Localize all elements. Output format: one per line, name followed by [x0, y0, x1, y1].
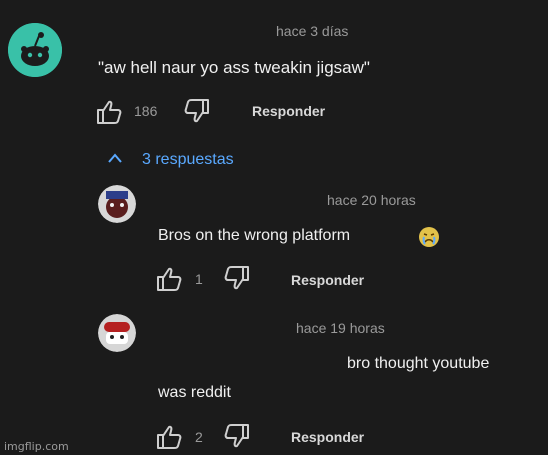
reply-timestamp[interactable]: hace 20 horas — [327, 192, 416, 208]
avatar[interactable] — [8, 23, 62, 77]
user-avatar-icon — [98, 185, 136, 223]
user-avatar-icon — [98, 314, 136, 352]
reply-button[interactable]: Responder — [252, 103, 325, 119]
comment-text: "aw hell naur yo ass tweakin jigsaw" — [98, 58, 370, 77]
like-count: 186 — [134, 103, 158, 119]
dislike-icon[interactable] — [183, 98, 211, 124]
like-count: 1 — [195, 271, 203, 287]
reddit-alien-icon — [8, 23, 62, 77]
avatar[interactable] — [98, 314, 136, 352]
like-count: 2 — [195, 429, 203, 445]
dislike-icon[interactable] — [223, 265, 251, 291]
reply-text-line2: was reddit — [158, 384, 231, 401]
reply-button[interactable]: Responder — [291, 272, 364, 288]
reply-text-line1: bro thought youtube — [347, 355, 490, 372]
dislike-icon[interactable] — [223, 423, 251, 449]
like-icon[interactable] — [95, 99, 123, 125]
reply-button[interactable]: Responder — [291, 429, 364, 445]
reply-text: Bros on the wrong platform — [158, 227, 351, 244]
chevron-up-icon[interactable] — [107, 152, 123, 164]
like-icon[interactable] — [155, 424, 183, 450]
replies-toggle[interactable]: 3 respuestas — [142, 151, 234, 169]
watermark: imgflip.com — [4, 440, 69, 453]
avatar[interactable] — [98, 185, 136, 223]
like-icon[interactable] — [155, 266, 183, 292]
comment-timestamp[interactable]: hace 3 días — [276, 23, 348, 39]
reply-timestamp[interactable]: hace 19 horas — [296, 320, 385, 336]
crying-face-emoji-icon — [418, 226, 440, 248]
